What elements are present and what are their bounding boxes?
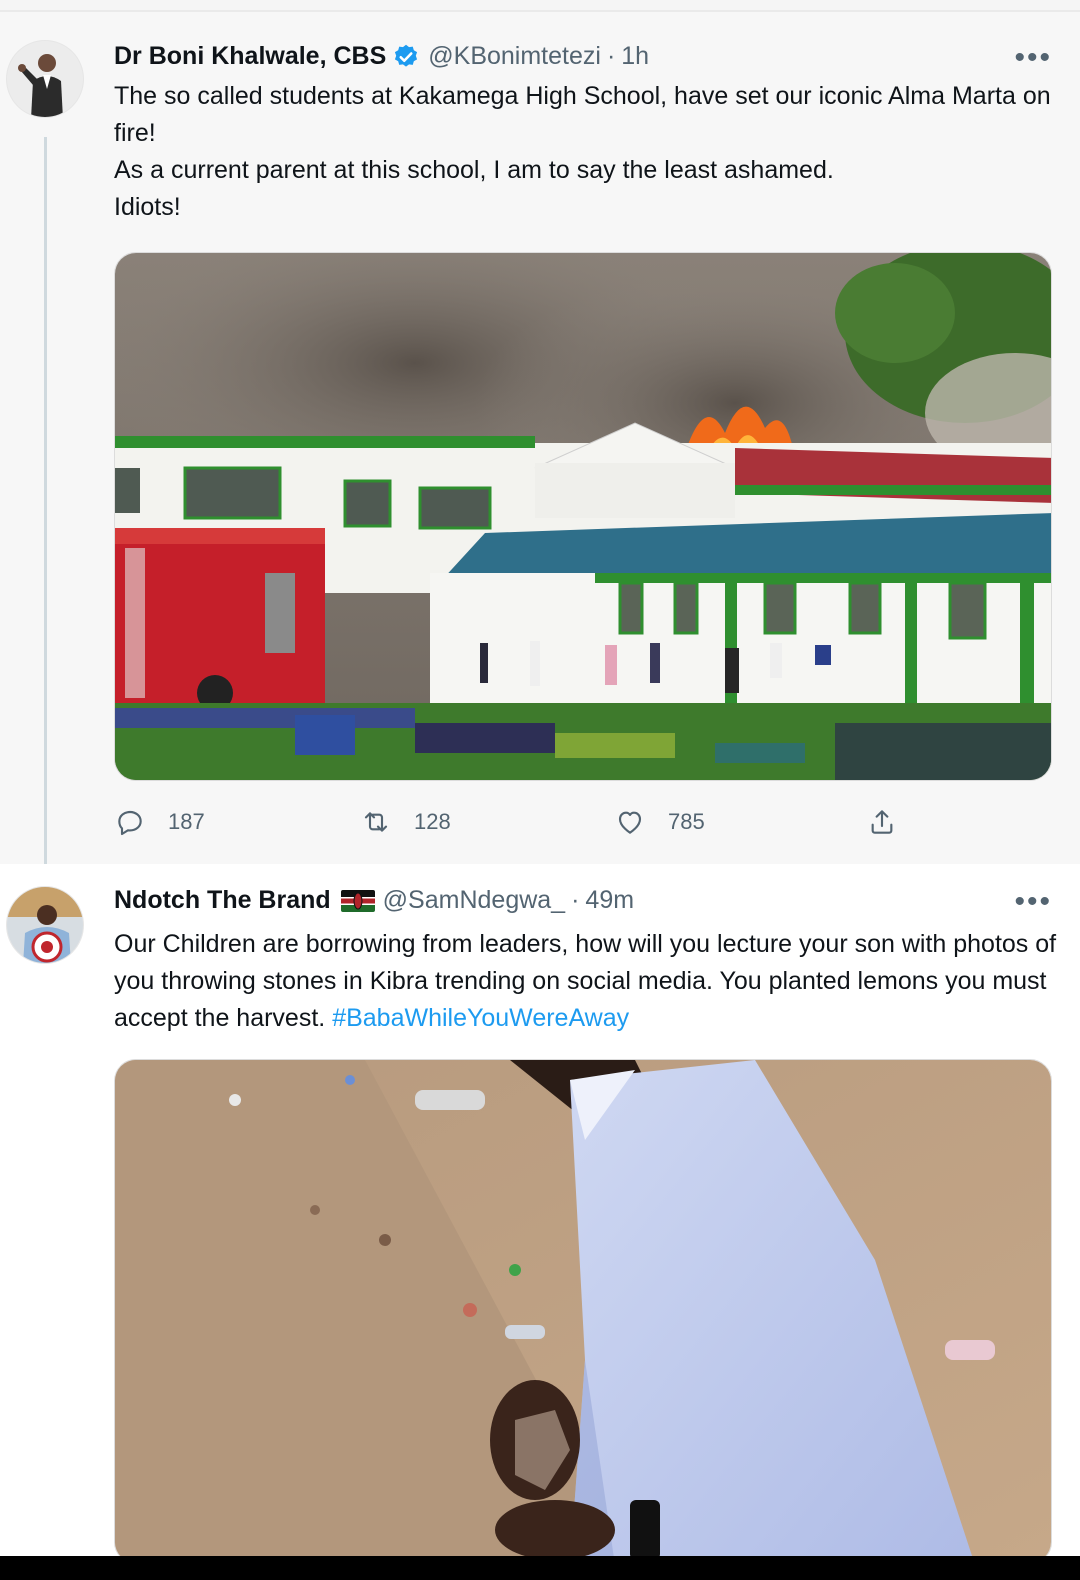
- tweet[interactable]: Dr Boni Khalwale, CBS @KBonimtetezi · 1h…: [0, 12, 1080, 887]
- heart-icon: [618, 811, 642, 834]
- verified-badge-icon: [392, 43, 420, 71]
- tweet-header: Ndotch The Brand @SamNdegwa_ · 49m: [114, 886, 634, 915]
- separator-dot: ·: [606, 42, 616, 70]
- avatar[interactable]: [6, 886, 84, 964]
- hashtag-link[interactable]: #BabaWhileYouWereAway: [332, 1004, 629, 1032]
- author-name[interactable]: Dr Boni Khalwale, CBS: [114, 42, 386, 71]
- tweet-text-line: The so called students at Kakamega High …: [114, 82, 1051, 147]
- retweet-button[interactable]: 128: [360, 806, 451, 838]
- reply-icon: [118, 810, 142, 836]
- thread-connector-line: [44, 137, 47, 887]
- reply-count: 187: [168, 809, 205, 834]
- tweet-text: Our Children are borrowing from leaders,…: [114, 926, 1064, 1037]
- tweet-text-line: As a current parent at this school, I am…: [114, 156, 834, 184]
- like-button[interactable]: 785: [614, 806, 705, 838]
- tweet-text: The so called students at Kakamega High …: [114, 78, 1064, 226]
- more-options-icon[interactable]: •••: [1014, 43, 1052, 73]
- retweet-icon: [364, 812, 388, 832]
- tweet-header: Dr Boni Khalwale, CBS @KBonimtetezi · 1h: [114, 42, 649, 71]
- tweet-timestamp[interactable]: 1h: [621, 42, 649, 71]
- timeline: Dr Boni Khalwale, CBS @KBonimtetezi · 1h…: [0, 0, 1080, 1580]
- avatar[interactable]: [6, 40, 84, 118]
- separator-dot: ·: [571, 886, 580, 914]
- share-button[interactable]: [866, 806, 898, 838]
- author-name[interactable]: Ndotch The Brand: [114, 886, 331, 915]
- reply-button[interactable]: 187: [114, 806, 205, 838]
- tweet-actions: 187 128 785: [114, 806, 914, 842]
- tweet-timestamp[interactable]: 49m: [585, 886, 634, 915]
- tweet-text-line: Idiots!: [114, 193, 181, 221]
- bottom-edge-bar: [0, 1556, 1080, 1580]
- tweet-photo[interactable]: [114, 1059, 1052, 1564]
- like-count: 785: [668, 809, 705, 834]
- tweet-photo[interactable]: [114, 252, 1052, 781]
- kenya-flag-icon: [340, 889, 375, 912]
- author-handle[interactable]: @SamNdegwa_: [383, 886, 565, 915]
- tweet[interactable]: Ndotch The Brand @SamNdegwa_ · 49m ••• O…: [0, 864, 1080, 1564]
- retweet-count: 128: [414, 809, 451, 834]
- share-icon: [871, 810, 893, 834]
- more-options-icon[interactable]: •••: [1014, 887, 1052, 917]
- author-handle[interactable]: @KBonimtetezi: [428, 42, 601, 71]
